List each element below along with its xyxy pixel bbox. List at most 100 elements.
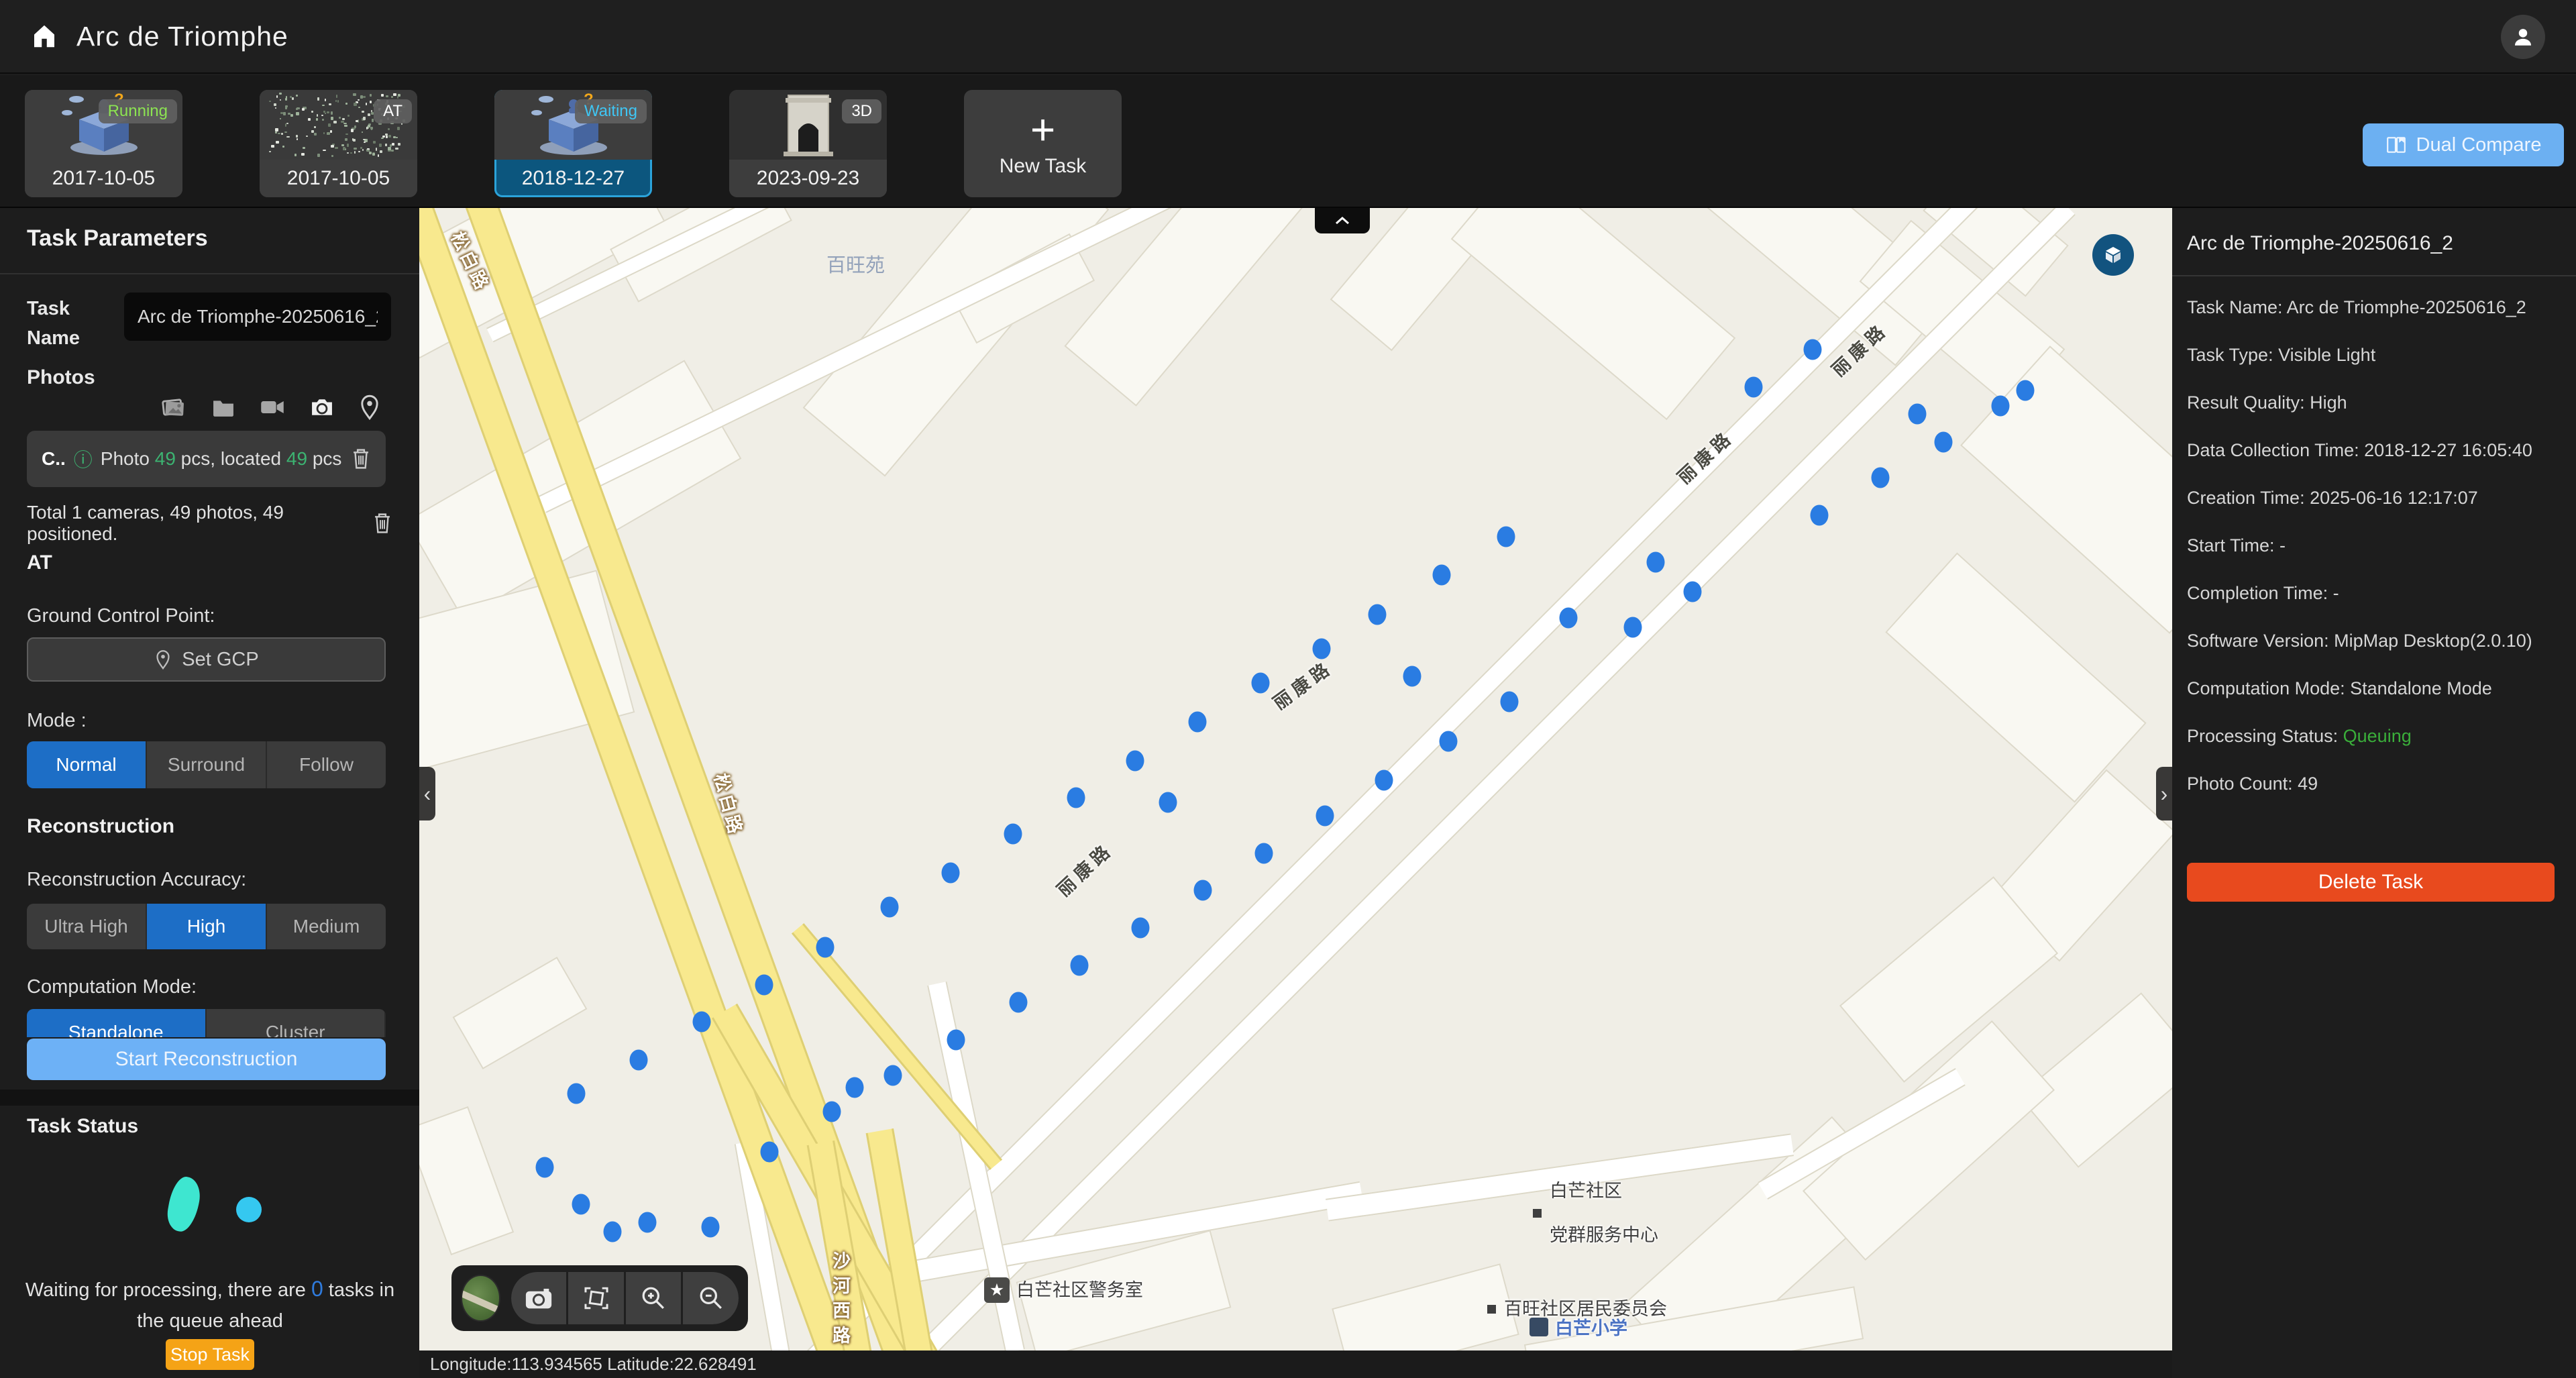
home-icon[interactable]: [27, 19, 62, 54]
divider: [0, 273, 419, 274]
photo-location-dot[interactable]: [1004, 824, 1022, 845]
photo-location-dot[interactable]: [942, 863, 960, 884]
photo-location-dot[interactable]: [1811, 505, 1829, 526]
photo-location-dot[interactable]: [1440, 731, 1458, 752]
photo-location-dot[interactable]: [1560, 608, 1578, 629]
delete-task-button[interactable]: Delete Task: [2187, 863, 2555, 902]
photo-location-dot[interactable]: [1433, 565, 1451, 586]
set-gcp-button[interactable]: Set GCP: [27, 637, 386, 682]
photo-location-dot[interactable]: [1935, 432, 1953, 453]
photo-location-dot[interactable]: [572, 1194, 590, 1215]
photo-location-dot[interactable]: [1403, 666, 1421, 687]
task-card-3-selected[interactable]: ? Waiting 2018-12-27: [494, 90, 652, 197]
photo-location-dot[interactable]: [1159, 792, 1177, 813]
zoom-in-button[interactable]: [626, 1272, 682, 1324]
photo-location-dot[interactable]: [1071, 955, 1089, 976]
photo-location-dot[interactable]: [1804, 339, 1822, 360]
photo-location-dot[interactable]: [1992, 396, 2010, 417]
view-3d-toggle-button[interactable]: [2092, 234, 2134, 276]
photo-location-dot[interactable]: [1684, 582, 1702, 602]
photo-location-dot[interactable]: [2017, 380, 2035, 401]
map-canvas[interactable]: 百旺苑丽康路丽康路丽康路丽康路松白路松白路沙河西路★白芒社区警务室白芒社区 党群…: [419, 208, 2172, 1350]
map-label: 沙河西路: [827, 1251, 853, 1350]
photo-location-dot[interactable]: [761, 1142, 779, 1163]
photo-location-dot[interactable]: [1375, 770, 1393, 791]
photo-location-dot[interactable]: [1010, 992, 1028, 1013]
accuracy-option-medium[interactable]: Medium: [267, 904, 386, 949]
photo-location-dot[interactable]: [1194, 880, 1212, 901]
pointcloud-speck: [286, 136, 290, 138]
collapse-left-panel-handle[interactable]: ‹: [419, 767, 435, 820]
task-card-4[interactable]: 3D 2023-09-23: [729, 90, 887, 197]
trash-icon[interactable]: [351, 447, 371, 470]
photo-location-dot[interactable]: [816, 937, 835, 958]
photo-location-dot[interactable]: [1126, 751, 1144, 772]
detail-row: Start Time: -: [2187, 532, 2560, 559]
photo-location-dot[interactable]: [568, 1083, 586, 1104]
task-card-1[interactable]: ? Running 2017-10-05: [25, 90, 182, 197]
photo-location-dot[interactable]: [1132, 918, 1150, 939]
pointcloud-speck: [398, 143, 400, 146]
photo-location-dot[interactable]: [1313, 639, 1331, 659]
photo-location-dot[interactable]: [1647, 552, 1665, 573]
collapse-right-panel-handle[interactable]: ›: [2156, 767, 2172, 820]
pointcloud-speck: [325, 113, 326, 114]
accuracy-option-ultra-high[interactable]: Ultra High: [27, 904, 147, 949]
stop-task-button[interactable]: Stop Task: [166, 1339, 254, 1370]
accuracy-option-high[interactable]: High: [147, 904, 267, 949]
gallery-icon[interactable]: [160, 395, 186, 419]
mode-option-surround[interactable]: Surround: [147, 741, 267, 788]
photo-location-dot[interactable]: [536, 1157, 554, 1178]
detail-row: Photo Count: 49: [2187, 770, 2560, 797]
photo-location-dot[interactable]: [884, 1065, 902, 1086]
photo-location-dot[interactable]: [846, 1077, 864, 1098]
fit-extent-button[interactable]: [568, 1272, 624, 1324]
photo-location-dot[interactable]: [947, 1030, 965, 1051]
photo-location-dot[interactable]: [1745, 377, 1763, 398]
photo-location-dot[interactable]: [1909, 404, 1927, 425]
photo-location-dot[interactable]: [1067, 788, 1085, 808]
comp-mode-option-cluster[interactable]: Cluster: [207, 1009, 386, 1037]
photo-location-dot[interactable]: [1255, 843, 1273, 864]
comp-mode-option-standalone[interactable]: Standalone: [27, 1009, 207, 1037]
photo-location-dot[interactable]: [1501, 692, 1519, 712]
pointcloud-speck: [269, 151, 271, 153]
basemap-layer-button[interactable]: [461, 1275, 500, 1322]
pointcloud-speck: [344, 125, 347, 127]
photo-location-dot[interactable]: [702, 1217, 720, 1238]
photo-location-dot[interactable]: [1189, 712, 1207, 733]
photo-location-dot[interactable]: [1316, 806, 1334, 827]
pointcloud-speck: [341, 121, 344, 123]
new-task-button[interactable]: + New Task: [964, 90, 1122, 197]
screenshot-button[interactable]: [511, 1272, 567, 1324]
location-pin-icon[interactable]: [358, 394, 381, 420]
photo-location-dot[interactable]: [1497, 527, 1515, 547]
trash-icon[interactable]: [372, 512, 392, 535]
camera-icon[interactable]: [309, 396, 335, 418]
mode-option-normal[interactable]: Normal: [27, 741, 147, 788]
user-avatar-icon[interactable]: [2501, 15, 2545, 59]
mode-option-follow[interactable]: Follow: [267, 741, 386, 788]
photo-location-dot[interactable]: [823, 1102, 841, 1122]
pointcloud-speck: [354, 148, 357, 150]
task-thumbnail: ? Running: [25, 90, 182, 160]
photo-location-dot[interactable]: [604, 1222, 622, 1242]
collapse-strip-button[interactable]: [1315, 208, 1370, 233]
photo-location-dot[interactable]: [1368, 604, 1387, 625]
folder-icon[interactable]: [211, 396, 236, 418]
pointcloud-speck: [372, 153, 375, 156]
task-card-2[interactable]: AT 2017-10-05: [260, 90, 417, 197]
photo-location-dot[interactable]: [1624, 617, 1642, 638]
photo-location-dot[interactable]: [630, 1050, 648, 1071]
task-name-input[interactable]: [124, 293, 391, 341]
photo-location-dot[interactable]: [1252, 673, 1270, 694]
start-reconstruction-button[interactable]: Start Reconstruction: [27, 1039, 386, 1080]
photo-location-dot[interactable]: [639, 1212, 657, 1233]
photo-location-dot[interactable]: [881, 897, 899, 918]
zoom-out-button[interactable]: [683, 1272, 739, 1324]
photo-location-dot[interactable]: [755, 975, 773, 996]
video-icon[interactable]: [260, 397, 285, 417]
photo-location-dot[interactable]: [693, 1012, 711, 1032]
dual-compare-button[interactable]: Dual Compare: [2363, 123, 2564, 166]
photo-location-dot[interactable]: [1872, 468, 1890, 488]
